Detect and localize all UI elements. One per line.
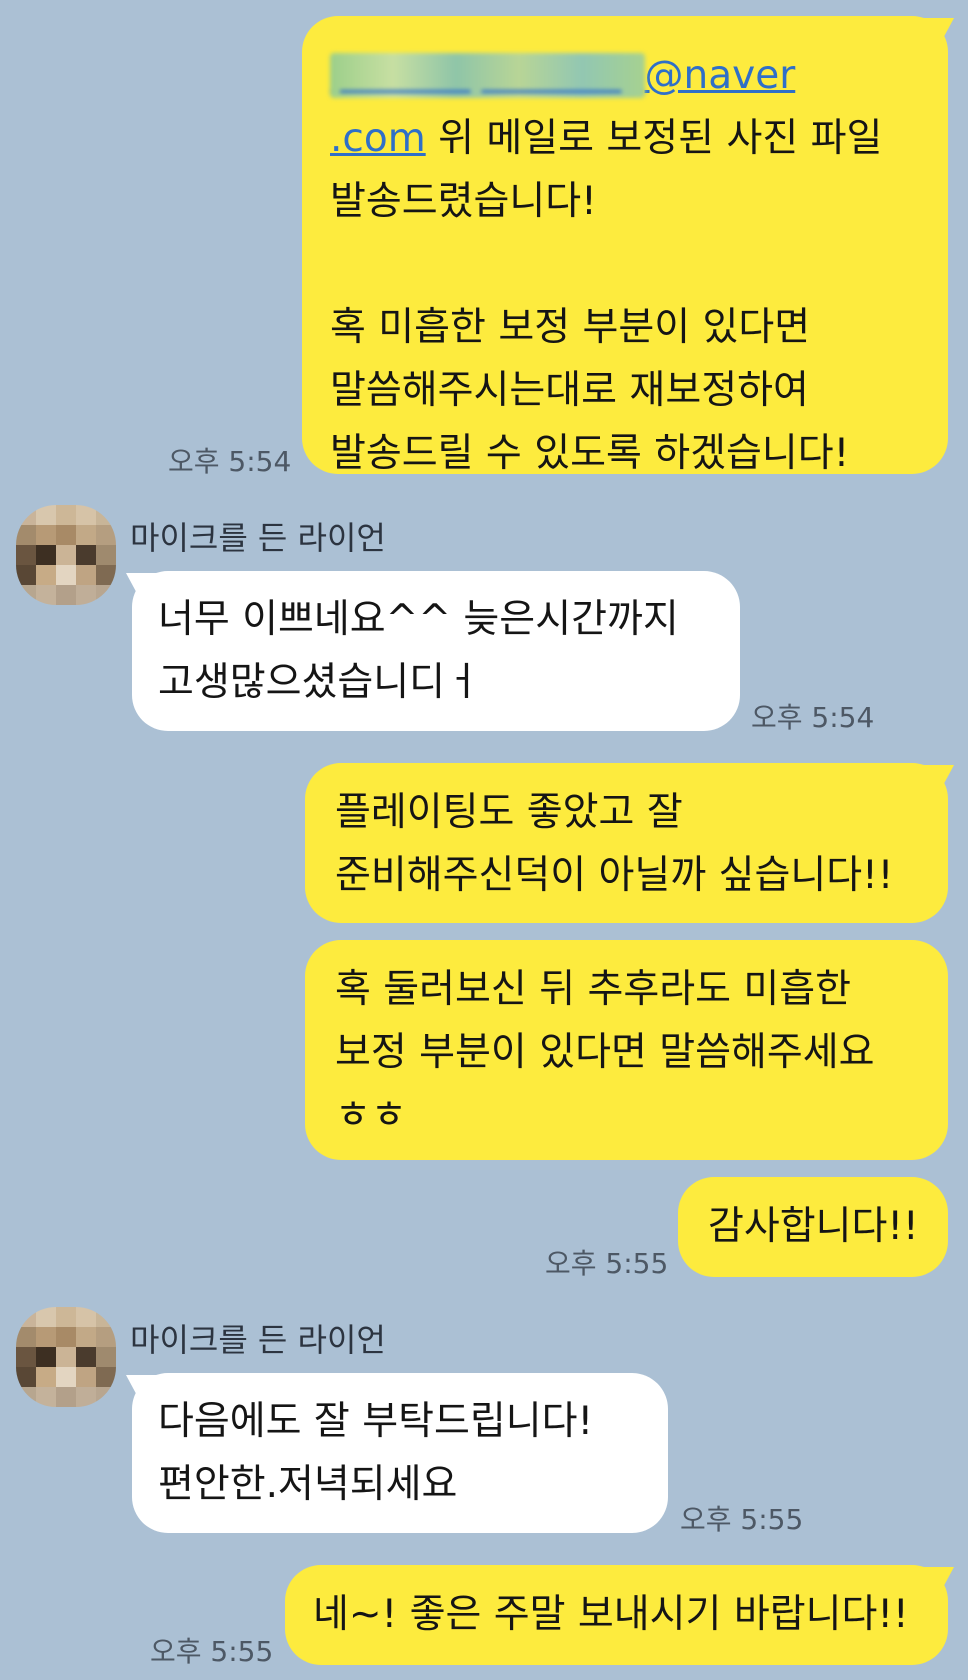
pixelated-avatar-icon — [16, 1307, 116, 1407]
my-message-bubble[interactable]: 혹 둘러보신 뒤 추후라도 미흡한 보정 부분이 있다면 말씀해주세요 ㅎㅎ — [305, 940, 948, 1160]
message-text: 감사합니다!! — [708, 1204, 919, 1249]
avatar[interactable] — [16, 505, 116, 605]
bubble-tail-icon — [126, 573, 160, 599]
blurred-email-user: pictureyfood_bg — [330, 53, 645, 98]
their-message-bubble[interactable]: 너무 이쁘네요^^ 늦은시간까지 고생많으셨습니디ㅓ — [126, 571, 740, 731]
bubble-tail-icon — [126, 1375, 160, 1401]
message-text: 다음에도 잘 부탁드립니다! 편안한.저녁되세요 — [158, 1399, 594, 1507]
message-time: 오후 5:55 — [680, 1503, 804, 1536]
bubble-tail-icon — [920, 765, 954, 791]
message-time: 오후 5:54 — [751, 701, 875, 734]
email-domain: @naver — [644, 53, 796, 98]
avatar[interactable] — [16, 1307, 116, 1407]
my-message-bubble[interactable]: 감사합니다!! — [678, 1177, 948, 1277]
sender-name: 마이크를 든 라이언 — [130, 519, 386, 557]
my-message-bubble[interactable]: 플레이팅도 좋았고 잘 준비해주신덕이 아닐까 싶습니다!! — [305, 763, 954, 923]
email-tld: .com — [330, 116, 426, 161]
message-text: 네~! 좋은 주말 보내시기 바랍니다!! — [313, 1592, 909, 1637]
message-time: 오후 5:55 — [150, 1635, 274, 1668]
message-time: 오후 5:54 — [168, 445, 292, 478]
bubble-tail-icon — [920, 18, 954, 44]
my-message-bubble[interactable]: pictureyfood_bg@naver .com 위 메일로 보정된 사진 … — [302, 16, 954, 476]
bubble-tail-icon — [920, 1567, 954, 1593]
message-text: 위 메일로 보정된 사진 파일 발송드렸습니다! 혹 미흡한 보정 부분이 있다… — [330, 116, 883, 476]
message-text: 혹 둘러보신 뒤 추후라도 미흡한 보정 부분이 있다면 말씀해주세요 ㅎㅎ — [335, 967, 875, 1138]
message-time: 오후 5:55 — [545, 1247, 669, 1280]
pixelated-avatar-icon — [16, 505, 116, 605]
message-text: 플레이팅도 좋았고 잘 준비해주신덕이 아닐까 싶습니다!! — [335, 790, 894, 898]
my-message-bubble[interactable]: 네~! 좋은 주말 보내시기 바랍니다!! — [285, 1565, 954, 1665]
sender-name: 마이크를 든 라이언 — [130, 1321, 386, 1359]
message-text: 너무 이쁘네요^^ 늦은시간까지 고생많으셨습니디ㅓ — [158, 597, 679, 705]
their-message-bubble[interactable]: 다음에도 잘 부탁드립니다! 편안한.저녁되세요 — [126, 1373, 668, 1533]
chat-area: pictureyfood_bg@naver .com 위 메일로 보정된 사진 … — [0, 0, 968, 1680]
